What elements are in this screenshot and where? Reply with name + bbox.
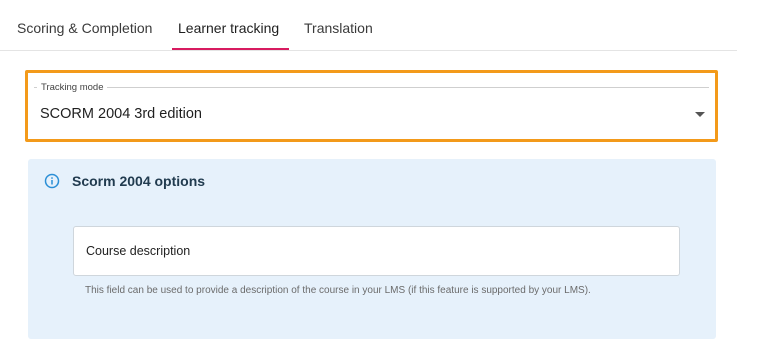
tracking-mode-label: Tracking mode <box>37 82 108 93</box>
active-tab-indicator <box>172 48 290 50</box>
chevron-down-icon[interactable] <box>695 112 705 117</box>
scorm-options-panel: Scorm 2004 options This field can be use… <box>28 159 716 339</box>
tab-translation[interactable]: Translation <box>304 0 373 50</box>
course-description-helper: This field can be used to provide a desc… <box>85 285 591 296</box>
select-outline <box>34 87 709 88</box>
tab-label: Translation <box>304 20 373 36</box>
panel-title: Scorm 2004 options <box>72 173 206 189</box>
tab-scoring-completion[interactable]: Scoring & Completion <box>17 0 152 50</box>
tab-bar: Scoring & Completion Learner tracking Tr… <box>0 0 737 51</box>
tab-label: Scoring & Completion <box>17 20 153 36</box>
tracking-mode-value: SCORM 2004 3rd edition <box>40 106 202 122</box>
info-icon <box>44 173 60 189</box>
tab-learner-tracking[interactable]: Learner tracking <box>172 0 290 50</box>
tab-label: Learner tracking <box>178 20 280 36</box>
tracking-mode-select[interactable]: Tracking mode SCORM 2004 3rd edition <box>25 70 718 142</box>
course-description-input[interactable] <box>73 226 680 276</box>
